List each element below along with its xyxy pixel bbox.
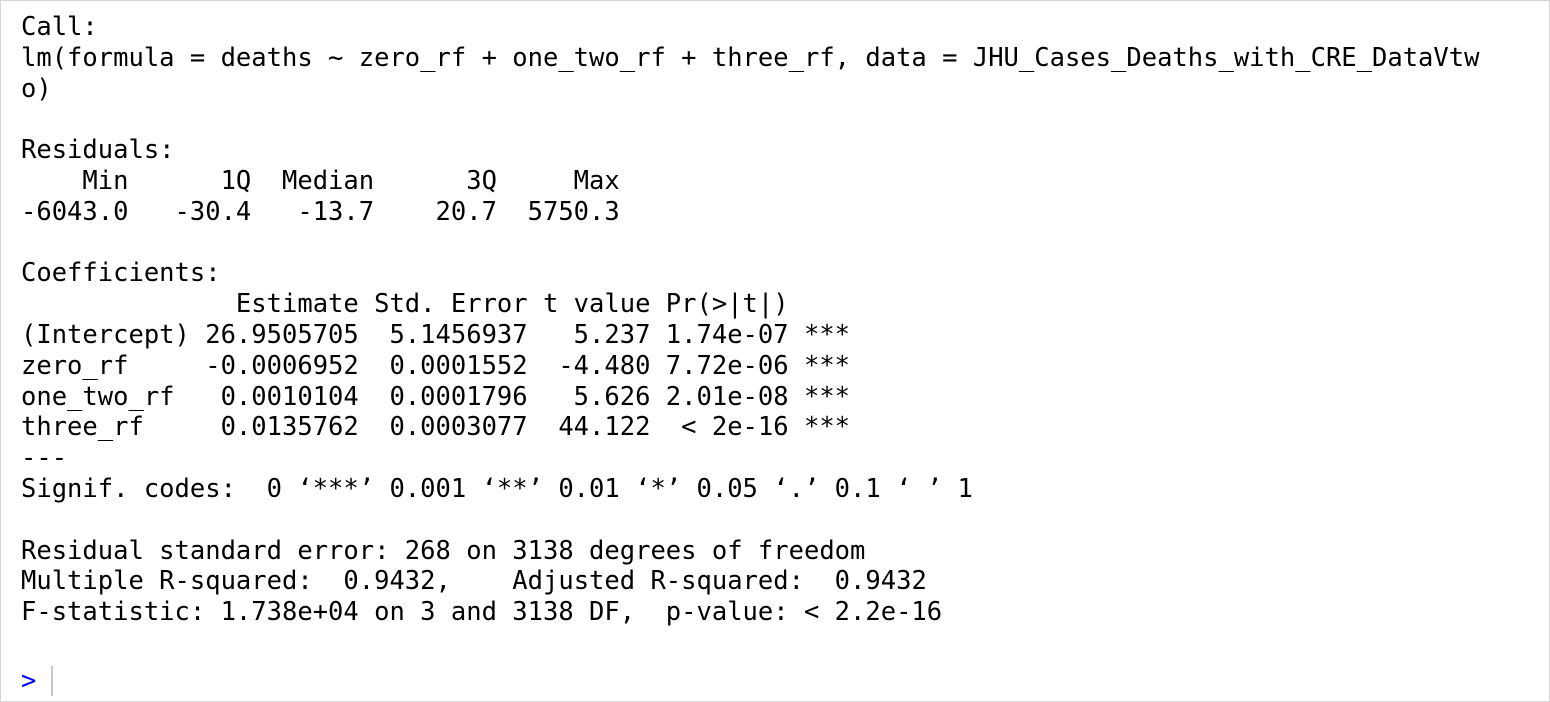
console-prompt-line[interactable]: >	[21, 665, 647, 697]
output-line-coef-one-two-rf: one_two_rf 0.0010104 0.0001796 5.626 2.0…	[21, 381, 851, 412]
output-line-coefficients-label: Coefficients:	[21, 258, 221, 289]
output-line-coef-intercept: (Intercept) 26.9505705 5.1456937 5.237 1…	[21, 319, 851, 350]
output-line-call-label: Call:	[21, 12, 98, 42]
output-line-residuals-label: Residuals:	[21, 135, 175, 166]
output-line-call-formula: lm(formula = deaths ~ zero_rf + one_two_…	[21, 42, 1480, 73]
prompt-symbol: >	[21, 666, 37, 696]
console-input[interactable]	[46, 666, 647, 696]
output-line-coefficients-header: Estimate Std. Error t value Pr(>|t|)	[21, 289, 851, 320]
text-cursor	[51, 666, 53, 696]
output-line-f-statistic: F-statistic: 1.738e+04 on 3 and 3138 DF,…	[21, 597, 943, 628]
output-line-residuals-values: -6043.0 -30.4 -13.7 20.7 5750.3	[21, 196, 636, 227]
output-line-coef-zero-rf: zero_rf -0.0006952 0.0001552 -4.480 7.72…	[21, 350, 851, 381]
output-line-call-formula-wrap: o)	[21, 73, 52, 104]
output-line-residuals-header: Min 1Q Median 3Q Max	[21, 165, 636, 196]
output-line-residual-std-error: Residual standard error: 268 on 3138 deg…	[21, 535, 866, 566]
r-console[interactable]: Call: lm(formula = deaths ~ zero_rf + on…	[0, 0, 1550, 702]
output-line-r-squared: Multiple R-squared: 0.9432, Adjusted R-s…	[21, 566, 943, 597]
output-line-separator: ---	[21, 443, 68, 474]
output-line-coef-three-rf: three_rf 0.0135762 0.0003077 44.122 < 2e…	[21, 412, 851, 443]
output-line-signif-codes: Signif. codes: 0 ‘***’ 0.001 ‘**’ 0.01 ‘…	[21, 473, 973, 504]
console-output: Call: lm(formula = deaths ~ zero_rf + on…	[21, 12, 1479, 628]
